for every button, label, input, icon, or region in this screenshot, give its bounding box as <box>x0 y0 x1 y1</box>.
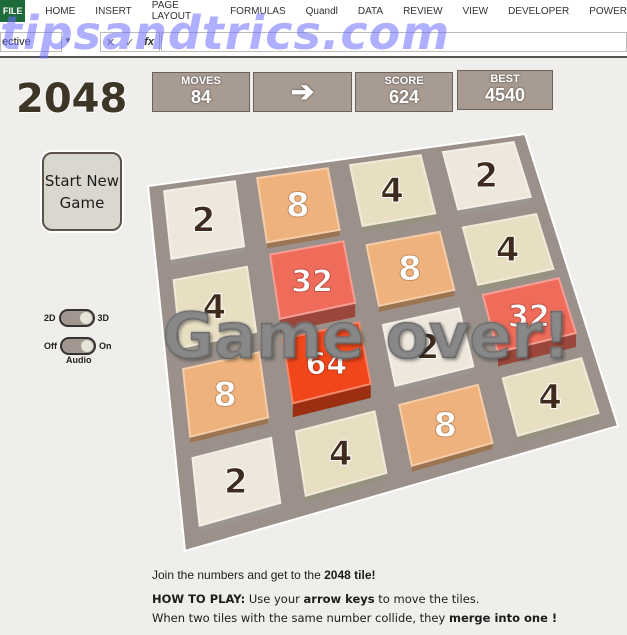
tile-value: 2 <box>192 200 216 240</box>
view-toggle-row: 2D 3D <box>44 309 109 327</box>
best-box: BEST 4540 <box>457 70 553 110</box>
instructions-line1: Join the numbers and get to the 2048 til… <box>152 566 557 585</box>
moves-label: MOVES <box>181 75 221 87</box>
start-new-game-line1: Start New <box>44 171 120 190</box>
game-over-text: Game over! <box>162 300 571 374</box>
instructions-text: Join the numbers and get to the <box>152 568 325 582</box>
audio-toggle-row: Off On <box>44 337 112 355</box>
score-label: SCORE <box>384 75 424 87</box>
audio-on-label: On <box>99 341 112 351</box>
toggle-knob <box>79 312 92 324</box>
tile-value: 2 <box>224 462 248 502</box>
best-value: 4540 <box>484 85 526 105</box>
start-new-game-button[interactable]: Start New Game <box>42 152 122 231</box>
tab-insert[interactable]: INSERT <box>75 6 132 17</box>
audio-toggle[interactable] <box>60 337 96 355</box>
instructions-bold: merge into one ! <box>448 611 558 625</box>
tile-value: 8 <box>398 249 422 289</box>
direction-box: ➔ <box>253 72 352 112</box>
game-title: 2048 <box>16 76 128 122</box>
moves-box: MOVES 84 <box>152 72 250 112</box>
tile-value: 2 <box>475 156 499 196</box>
fx-icon[interactable]: fx <box>144 36 154 48</box>
tab-developer[interactable]: DEVELOPER <box>488 6 569 17</box>
best-label: BEST <box>490 73 520 85</box>
score-box: SCORE 624 <box>355 72 453 112</box>
formula-input[interactable] <box>161 32 627 52</box>
tile-value: 4 <box>380 171 404 211</box>
toggle-3d-label: 3D <box>97 313 110 323</box>
tab-formulas[interactable]: FORMULAS <box>210 6 286 17</box>
tile-value: 32 <box>291 264 333 299</box>
audio-label: Audio <box>66 355 92 365</box>
tile-4: 4 <box>348 154 437 232</box>
arrow-right-icon: ➔ <box>290 76 315 107</box>
tile-value: 4 <box>538 377 562 417</box>
instructions-line3: When two tiles with the same number coll… <box>152 609 557 628</box>
tile-2: 2 <box>163 180 246 265</box>
instructions-bold: arrow keys <box>303 592 375 606</box>
tile-value: 8 <box>213 375 237 415</box>
moves-value: 84 <box>190 87 212 107</box>
tile-2: 2 <box>441 141 533 216</box>
tile-value: 8 <box>434 406 458 446</box>
instructions-how-to-play: HOW TO PLAY: Use your arrow keys to move… <box>152 590 557 609</box>
confirm-icon[interactable]: ✓ <box>125 36 134 49</box>
tile-value: 4 <box>329 434 353 474</box>
instructions-bold: 2048 tile! <box>324 568 376 582</box>
cancel-icon[interactable]: ✕ <box>106 36 115 49</box>
tab-home[interactable]: HOME <box>25 6 75 17</box>
score-value: 624 <box>388 87 420 107</box>
ribbon-tabs: FILE HOME INSERT PAGE LAYOUT FORMULAS Qu… <box>0 0 627 22</box>
audio-off-label: Off <box>44 341 57 351</box>
tab-page-layout[interactable]: PAGE LAYOUT <box>132 0 210 22</box>
instructions: Join the numbers and get to the 2048 til… <box>152 566 557 628</box>
toggle-2d-label: 2D <box>44 313 56 323</box>
formula-controls: ✕ ✓ fx <box>100 32 160 52</box>
instructions-text: to move the tiles. <box>374 592 480 606</box>
name-box[interactable]: ective <box>0 32 62 52</box>
tab-view[interactable]: VIEW <box>443 6 489 17</box>
tab-file[interactable]: FILE <box>0 0 26 22</box>
formula-bar: ective ▼ ✕ ✓ fx <box>0 22 627 58</box>
tab-quandl[interactable]: Quandl <box>286 6 338 17</box>
tab-data[interactable]: DATA <box>338 6 383 17</box>
instructions-text: When two tiles with the same number coll… <box>152 611 449 625</box>
tile-value: 8 <box>286 186 310 226</box>
instructions-text: Use your <box>245 592 304 606</box>
name-box-dropdown-icon[interactable]: ▼ <box>64 36 72 45</box>
tab-review[interactable]: REVIEW <box>383 6 442 17</box>
tile-value: 4 <box>496 230 520 270</box>
tab-power[interactable]: POWER <box>569 6 627 17</box>
toggle-knob <box>81 340 93 352</box>
start-new-game-line2: Game <box>59 193 105 212</box>
how-to-play-label: HOW TO PLAY: <box>152 592 246 606</box>
view-mode-toggle[interactable] <box>58 309 95 327</box>
tile-8: 8 <box>256 167 341 249</box>
